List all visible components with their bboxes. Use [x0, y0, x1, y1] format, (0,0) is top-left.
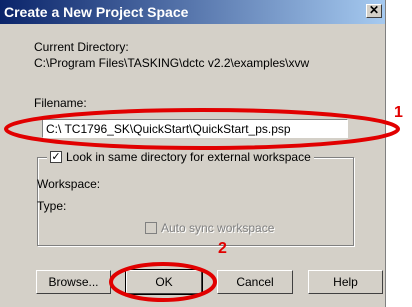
- filename-highlight-ellipse: [4, 108, 400, 150]
- annotation-overlay: [4, 108, 400, 302]
- callout-2: 2: [218, 240, 227, 257]
- ok-highlight-ellipse: [109, 262, 217, 302]
- callout-1: 1: [394, 104, 403, 121]
